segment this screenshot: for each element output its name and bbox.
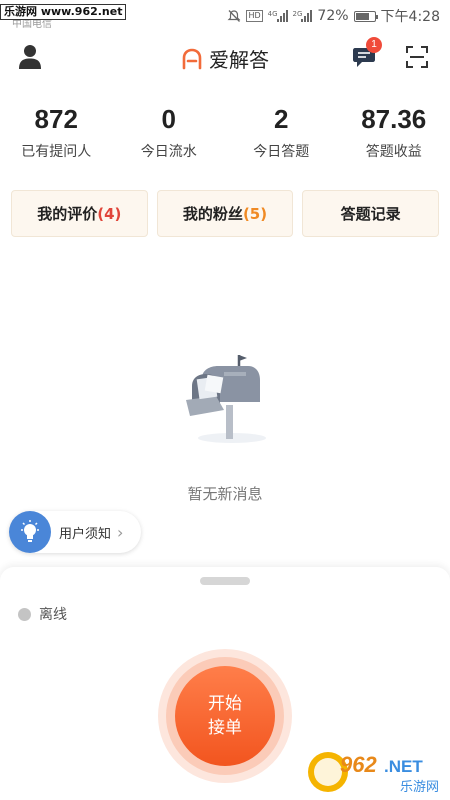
battery-icon [353, 10, 378, 22]
svg-text:962: 962 [340, 752, 377, 777]
stat-earnings[interactable]: 87.36 答题收益 [338, 104, 450, 161]
drag-handle[interactable] [200, 577, 250, 585]
stat-label: 已有提问人 [21, 144, 92, 160]
answer-records-button[interactable]: 答题记录 [302, 190, 440, 237]
my-reviews-count: (4) [97, 204, 122, 223]
user-notice-label: 用户须知 [59, 526, 112, 542]
stat-label: 今日答题 [253, 144, 310, 160]
stat-today-flow[interactable]: 0 今日流水 [113, 104, 226, 161]
stat-value: 2 [274, 104, 289, 134]
online-status: 离线 [18, 604, 67, 624]
app-title: 爱解答 [209, 48, 269, 72]
clock: 下午4:28 [380, 9, 440, 25]
scan-icon[interactable] [405, 45, 429, 69]
battery-fill [355, 12, 369, 20]
app-logo-icon [182, 48, 202, 69]
hd-badge: HD [246, 10, 263, 22]
status-icons: HD 4G 2G 72% 下午4:28 [227, 6, 440, 26]
my-fans-count: (5) [242, 204, 268, 223]
message-badge: 1 [366, 37, 382, 53]
start-button-line1: 开始 [208, 694, 242, 714]
brand: 爱解答 [0, 44, 450, 73]
my-reviews-button[interactable]: 我的评价 (4) [11, 190, 148, 237]
user-notice-button[interactable]: 用户须知 › [9, 511, 141, 553]
my-fans-label: 我的粉丝 [182, 205, 243, 223]
mute-icon [228, 10, 241, 22]
answer-records-label: 答题记录 [340, 205, 401, 223]
top-watermark: 乐游网 www.962.net [0, 4, 127, 20]
action-buttons: 我的评价 (4) 我的粉丝 (5) 答题记录 [11, 190, 440, 237]
start-button-inner-ring: 开始 接单 [166, 657, 284, 775]
stat-today-answers[interactable]: 2 今日答题 [225, 104, 338, 161]
status-dot-icon [18, 607, 31, 621]
battery-percent: 72% [317, 8, 349, 24]
stat-label: 答题收益 [365, 144, 422, 160]
empty-mailbox-icon [186, 355, 266, 443]
signal-4g-icon: 4G [268, 10, 288, 22]
signal-2g-icon: 2G [293, 10, 313, 22]
stat-askers[interactable]: 872 已有提问人 [0, 104, 113, 161]
stats-row: 872 已有提问人 0 今日流水 2 今日答题 87.36 答题收益 [0, 104, 450, 161]
stat-value: 87.36 [361, 104, 427, 134]
watermark-logo: 962 .NET 乐游网 [308, 752, 439, 794]
my-fans-button[interactable]: 我的粉丝 (5) [156, 190, 294, 237]
stat-label: 今日流水 [140, 144, 197, 160]
chevron-right-icon: › [117, 522, 124, 542]
empty-message: 暂无新消息 [187, 485, 263, 503]
lightbulb-icon [9, 511, 51, 553]
svg-text:.NET: .NET [384, 757, 423, 776]
app-header: 爱解答 1 [0, 30, 450, 86]
start-taking-orders-button[interactable]: 开始 接单 [175, 666, 275, 766]
my-reviews-label: 我的评价 [37, 205, 98, 223]
status-label: 离线 [39, 607, 67, 623]
stat-value: 872 [34, 104, 78, 134]
svg-text:乐游网: 乐游网 [400, 780, 439, 794]
start-button-ring: 开始 接单 [158, 649, 292, 783]
stat-value: 0 [161, 104, 176, 134]
status-bar: 中国电信 乐游网 www.962.net HD 4G 2G 72% 下午4:28 [0, 0, 450, 30]
start-button-line2: 接单 [208, 718, 242, 738]
